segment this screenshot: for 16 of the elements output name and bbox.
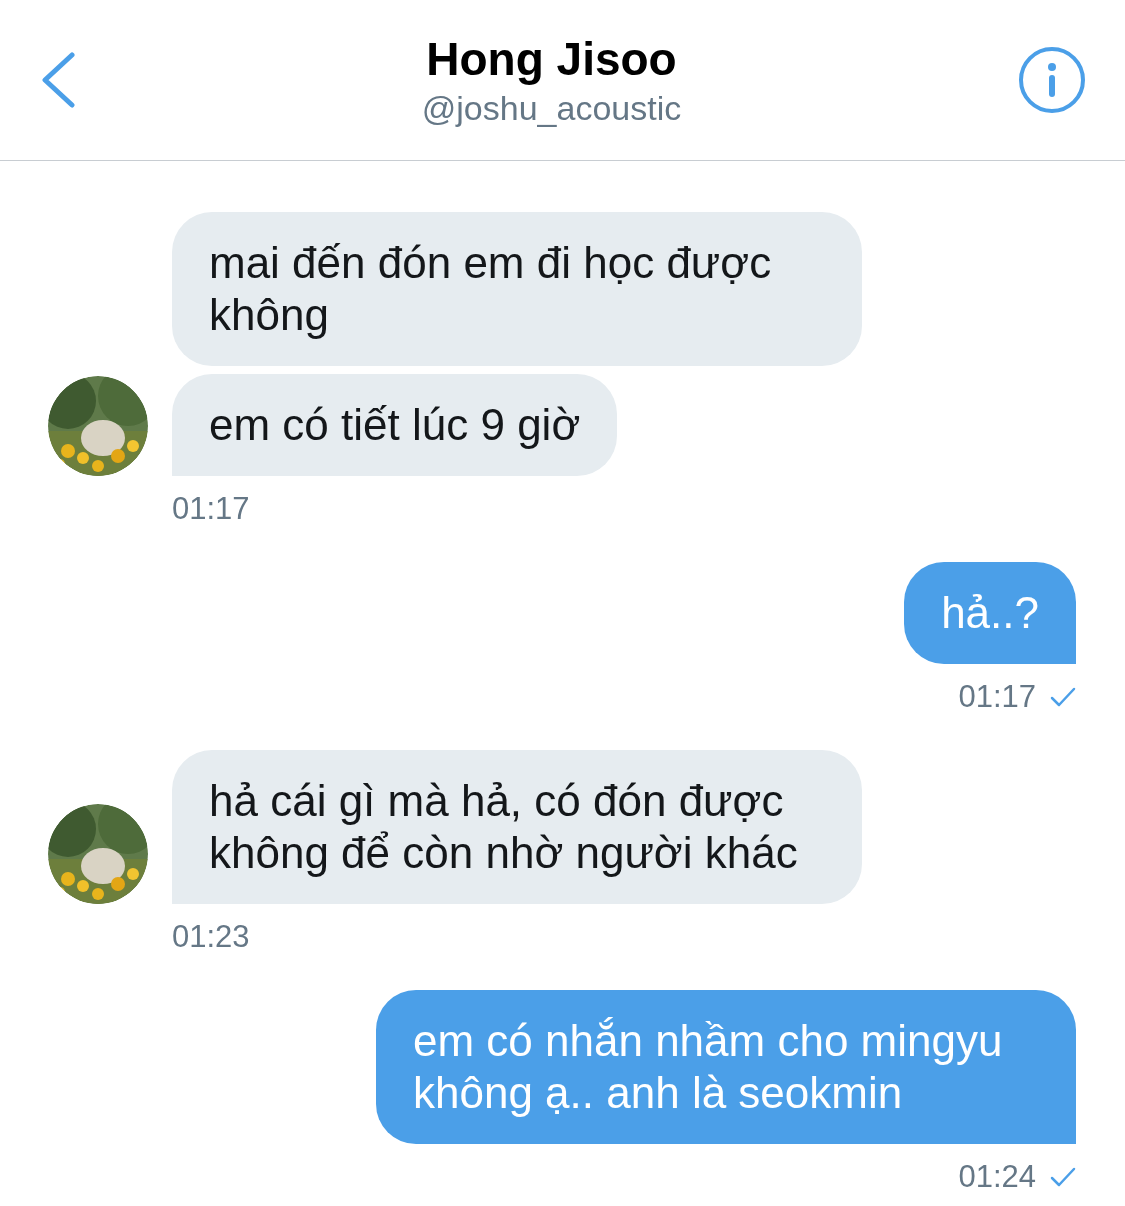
contact-handle: @joshu_acoustic bbox=[421, 88, 682, 129]
contact-name: Hong Jisoo bbox=[426, 32, 677, 87]
info-button[interactable] bbox=[1019, 47, 1085, 113]
message-time: 01:23 bbox=[172, 919, 250, 954]
checkmark-icon bbox=[1050, 1166, 1076, 1188]
message-time: 01:17 bbox=[958, 678, 1036, 716]
message-bubble: em có tiết lúc 9 giờ bbox=[172, 374, 618, 476]
message-bubble: mai đến đón em đi học được không bbox=[172, 212, 862, 366]
chevron-left-icon bbox=[40, 52, 76, 108]
message-time: 01:17 bbox=[172, 491, 250, 526]
info-icon bbox=[1047, 62, 1057, 98]
message-bubble: hả..? bbox=[904, 562, 1076, 664]
message-time: 01:24 bbox=[958, 1158, 1036, 1196]
checkmark-icon bbox=[1050, 686, 1076, 708]
message-bubble: em có nhắn nhầm cho mingyu không ạ.. anh là seokmin bbox=[376, 990, 1076, 1144]
message-bubble: hả cái gì mà hả, có đón được không để còn nhờ người khác bbox=[172, 750, 862, 904]
